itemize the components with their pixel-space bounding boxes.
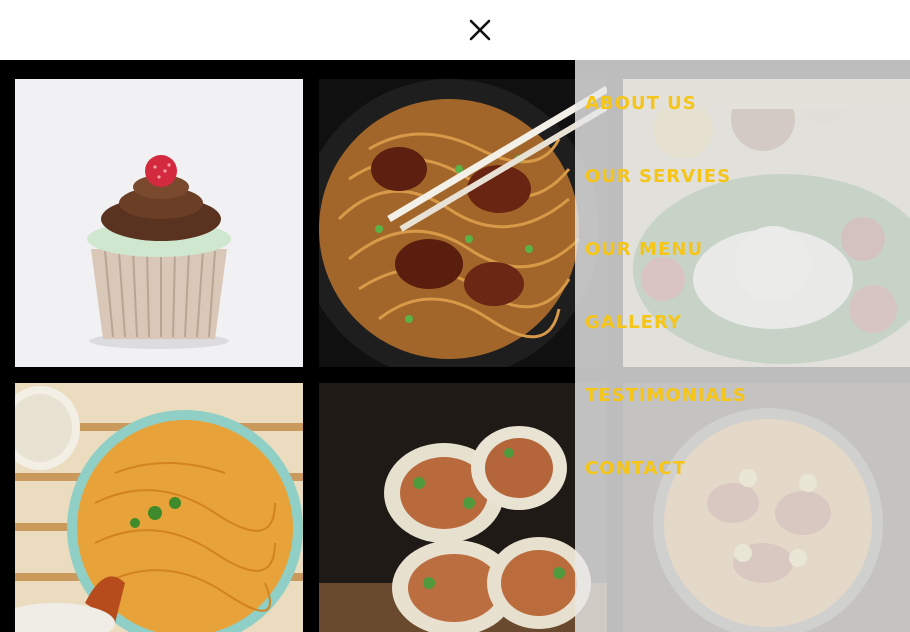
gallery-image-wraps[interactable] xyxy=(319,383,607,632)
menu-item-services[interactable]: OUR SERVIES xyxy=(585,167,747,240)
menu-item-menu[interactable]: OUR MENU xyxy=(585,240,747,313)
gallery-image-noodles[interactable] xyxy=(319,79,607,367)
menu-item-contact[interactable]: CONTACT xyxy=(585,459,747,532)
menu-item-gallery[interactable]: GALLERY xyxy=(585,313,747,386)
menu-list: ABOUT US OUR SERVIES OUR MENU GALLERY TE… xyxy=(585,94,747,532)
gallery-image-cupcake[interactable] xyxy=(15,79,303,367)
menu-item-testimonials[interactable]: TESTIMONIALS xyxy=(585,386,747,459)
close-icon[interactable] xyxy=(466,16,494,44)
menu-item-about-us[interactable]: ABOUT US xyxy=(585,94,747,167)
gallery-image-biryani[interactable] xyxy=(15,383,303,632)
top-bar xyxy=(0,0,910,60)
navigation-menu: ABOUT US OUR SERVIES OUR MENU GALLERY TE… xyxy=(575,60,910,632)
